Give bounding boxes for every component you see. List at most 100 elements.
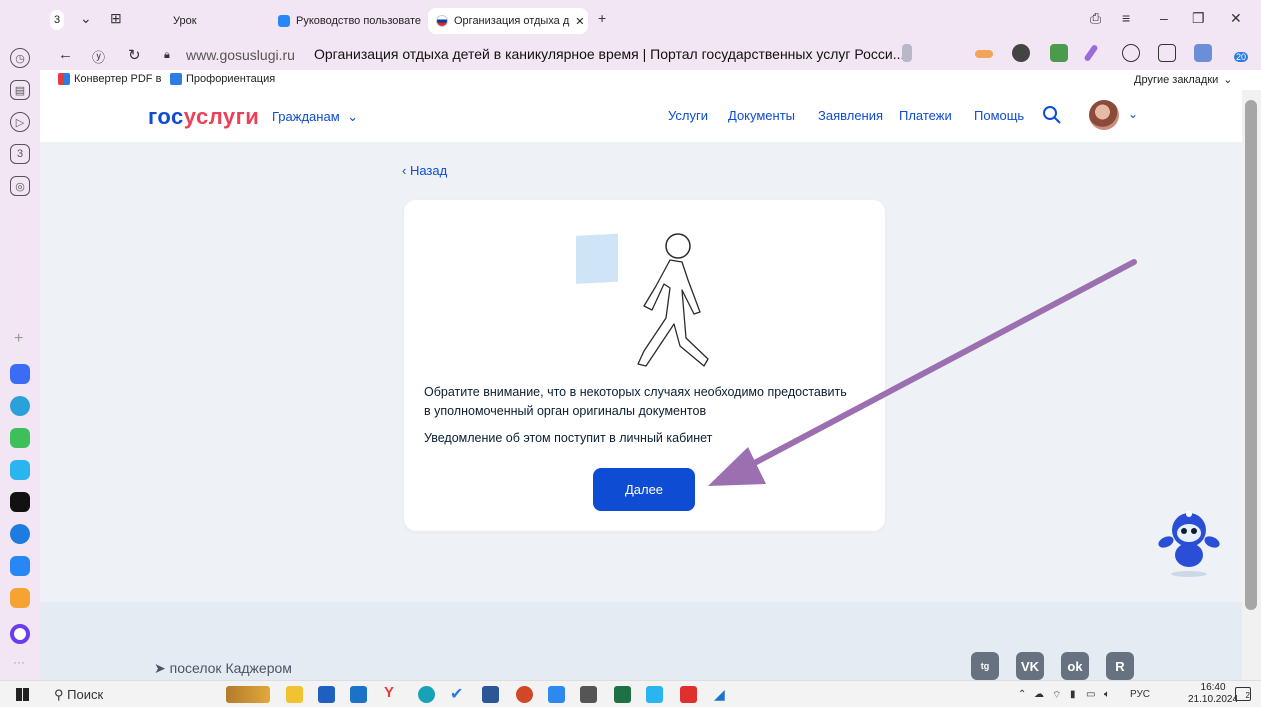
notice-line-1: Обратите внимание, что в некоторых случа… <box>424 385 847 399</box>
bookmark-icon[interactable]: ⎙ <box>1090 10 1101 27</box>
restore-icon[interactable]: ❐ <box>1192 10 1205 27</box>
todo-icon[interactable]: ✔ <box>450 684 467 703</box>
bookmark-career[interactable]: Профориентация <box>170 73 275 85</box>
outlook-icon[interactable] <box>350 686 367 703</box>
close-tab-icon[interactable]: ✕ <box>575 15 584 28</box>
gosuslugi-logo[interactable]: госуслуги <box>148 104 259 130</box>
assistant-robot-icon[interactable] <box>1154 500 1224 580</box>
excel-icon[interactable] <box>614 686 631 703</box>
alice-icon[interactable] <box>10 624 30 644</box>
audio-wave-icon[interactable] <box>975 50 993 58</box>
menu-icon[interactable]: ≡ <box>1122 10 1130 26</box>
yandex-browser-icon[interactable]: Y <box>384 684 401 701</box>
yandex-icon[interactable]: ⓨ <box>92 47 105 66</box>
chevron-down-icon[interactable]: ⌄ <box>1128 107 1138 121</box>
other-bookmarks[interactable]: Другие закладки ⌄ <box>1134 73 1233 87</box>
minimize-icon[interactable]: – <box>1160 10 1168 26</box>
counter-icon[interactable]: 3 <box>10 144 30 164</box>
calculator-icon[interactable] <box>580 686 597 703</box>
taskbar-search-label: Поиск <box>67 687 104 702</box>
file-explorer-icon[interactable] <box>286 686 303 703</box>
nav-services[interactable]: Услуги <box>668 108 708 123</box>
scrollbar-thumb[interactable] <box>1245 100 1257 610</box>
powerpoint-icon[interactable] <box>516 686 533 703</box>
back-label: Назад <box>409 163 448 178</box>
tab-groups-icon[interactable]: ⊞ <box>110 10 122 27</box>
tab-gosuslugi[interactable]: Организация отдыха д ✕ <box>428 8 588 34</box>
bookmark-pdf[interactable]: Конвертер PDF в <box>58 73 161 85</box>
add-panel-icon[interactable]: + <box>14 330 23 348</box>
back-arrow-icon[interactable]: ← <box>58 46 73 63</box>
chat-app-icon[interactable] <box>10 460 30 480</box>
avatar[interactable] <box>1089 100 1119 130</box>
audience-dropdown[interactable]: Гражданам ⌄ <box>272 109 358 125</box>
logo-part-1: гос <box>148 104 184 129</box>
chevron-down-icon[interactable]: ⌄ <box>80 10 92 27</box>
browser-tab-bar: 3 ⌄ ⊞ Урок Руководство пользовате Органи… <box>0 0 1261 40</box>
nav-help[interactable]: Помощь <box>974 108 1024 123</box>
notification-text: Уведомление об этом поступит в личный ка… <box>424 431 713 445</box>
network-icon[interactable]: ⌔ <box>1052 689 1061 702</box>
rutube-icon[interactable]: R <box>1106 652 1134 680</box>
grid-app-icon[interactable] <box>10 428 30 448</box>
tab-counter[interactable]: 3 <box>50 10 65 30</box>
messenger-icon[interactable] <box>646 686 663 703</box>
nav-applications[interactable]: Заявления <box>818 108 883 123</box>
close-window-icon[interactable]: ✕ <box>1230 10 1242 27</box>
extension-bulb-icon[interactable] <box>1012 44 1030 62</box>
history-icon[interactable]: ◷ <box>10 48 30 68</box>
reload-icon[interactable]: ↻ <box>128 46 141 64</box>
extension-share-icon[interactable] <box>1122 44 1140 62</box>
notice-text: Обратите внимание, что в некоторых случа… <box>424 383 884 421</box>
chevron-up-icon[interactable]: ⌃ <box>1018 689 1026 700</box>
volume-icon[interactable]: 🔈︎ <box>1104 689 1110 700</box>
extension-blue-icon[interactable] <box>1194 44 1212 62</box>
taskbar-search[interactable]: ⚲ Поиск <box>54 687 103 703</box>
nav-documents[interactable]: Документы <box>728 108 795 123</box>
vk-icon[interactable] <box>10 556 30 576</box>
screenshot-icon[interactable]: ◎ <box>10 176 30 196</box>
vk-icon <box>278 15 290 27</box>
messenger-icon[interactable] <box>10 364 30 384</box>
vk-icon[interactable]: VK <box>1016 652 1044 680</box>
word-icon[interactable] <box>482 686 499 703</box>
bookmark-page-icon[interactable] <box>902 44 912 62</box>
cloud-icon[interactable]: ☁ <box>1034 689 1044 700</box>
store-icon[interactable] <box>318 686 335 703</box>
tab-lesson[interactable]: Урок <box>165 8 255 34</box>
nav-payments[interactable]: Платежи <box>899 108 952 123</box>
windows-start-icon[interactable] <box>16 688 29 701</box>
mail-icon[interactable] <box>10 588 30 608</box>
battery-icon[interactable]: ▭ <box>1086 689 1095 700</box>
edge-icon[interactable] <box>418 686 435 703</box>
other-bookmarks-label: Другие закладки <box>1134 73 1219 86</box>
star-app-icon[interactable] <box>10 492 30 512</box>
url-domain[interactable]: www.gosuslugi.ru <box>186 47 295 63</box>
play-icon[interactable]: ▷ <box>10 112 30 132</box>
paint-icon[interactable]: ◢ <box>714 686 731 703</box>
clock[interactable]: 16:40 21.10.2024 <box>1188 682 1238 706</box>
next-button[interactable]: Далее <box>593 468 695 511</box>
page-title-in-address[interactable]: Организация отдыха детей в каникулярное … <box>314 46 904 62</box>
new-tab-icon[interactable]: + <box>598 10 606 26</box>
extension-shield-icon[interactable] <box>1050 44 1068 62</box>
language-indicator[interactable]: РУС <box>1130 689 1150 700</box>
globe-app-icon[interactable] <box>10 524 30 544</box>
collections-icon[interactable]: ▤ <box>10 80 30 100</box>
search-icon[interactable] <box>1042 105 1062 125</box>
odnoklassniki-icon[interactable]: ok <box>1061 652 1089 680</box>
pdf-reader-icon[interactable] <box>680 686 697 703</box>
widgets-icon[interactable] <box>226 686 270 703</box>
telegram-icon[interactable]: tg <box>971 652 999 680</box>
calendar-icon[interactable] <box>548 686 565 703</box>
notifications-icon[interactable]: 2 <box>1235 687 1251 701</box>
tab-user-guide[interactable]: Руководство пользовате <box>270 8 425 34</box>
back-link[interactable]: ‹ Назад <box>402 163 447 178</box>
usb-icon[interactable]: ▮ <box>1070 689 1076 700</box>
lock-icon: 🔒︎ <box>164 49 170 61</box>
more-icon[interactable]: ··· <box>13 655 25 669</box>
downloads-icon[interactable]: 20 <box>1230 44 1248 62</box>
location-selector[interactable]: ➤ поселок Каджером <box>154 660 292 677</box>
telegram-icon[interactable] <box>10 396 30 416</box>
extension-clip-icon[interactable] <box>1158 44 1176 62</box>
